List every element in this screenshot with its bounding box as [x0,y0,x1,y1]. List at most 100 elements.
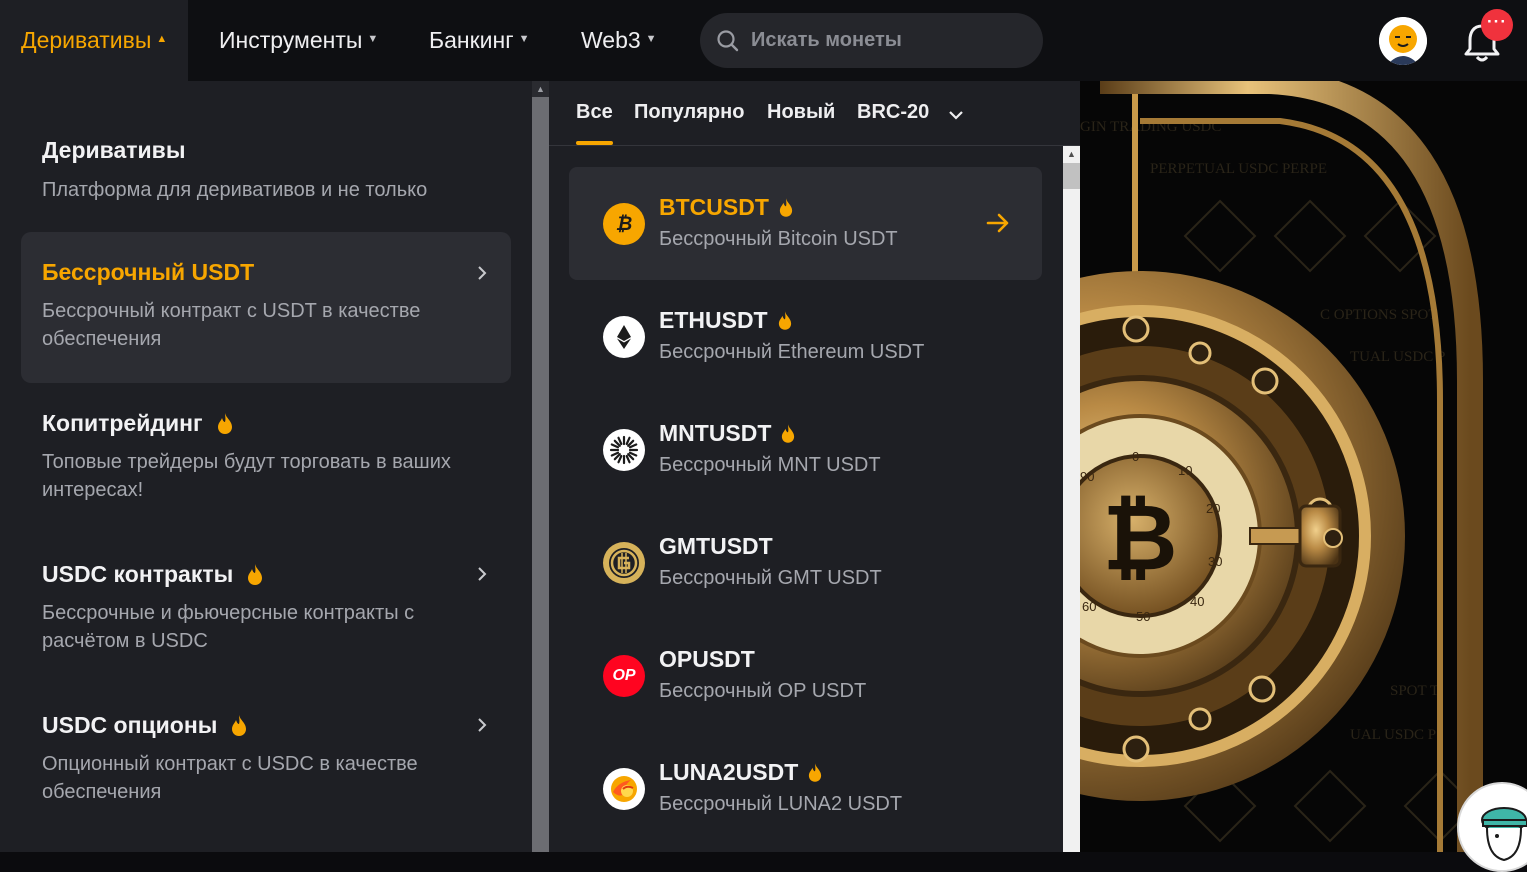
menu-item-desc: Топовые трейдеры будут торговать в ваших… [42,451,451,501]
menu-item-desc: Опционный контракт с USDC в качестве обе… [42,753,418,803]
dial-number: 20 [1206,501,1220,516]
coin-name-row: OPUSDT [659,646,755,673]
search-icon [717,29,739,51]
coin-description: Бессрочный GMT USDT [659,567,882,589]
dial-number: 30 [1208,554,1222,569]
banner-bg-text: UAL USDC P [1350,727,1436,743]
nav-web3[interactable]: Web3 ▼ [581,0,657,81]
coin-description: Бессрочный Ethereum USDT [659,341,925,363]
banner-bg-text: PERPETUAL USDC PERPE [1150,161,1327,177]
menu-item-copytrading[interactable]: Копитрейдинг Топовые трейдеры будут торг… [21,410,511,504]
bitcoin-vault-illustration: GIN TRADING USDC PERPETUAL USDC PERPE C … [1080,81,1527,852]
tab-new[interactable]: Новый [767,101,835,124]
scrollbar-thumb[interactable] [532,97,549,852]
banner-bg-text: TUAL USDC P [1350,349,1445,365]
dial-number: 40 [1190,594,1204,609]
menu-item-usdc-contracts[interactable]: USDC контракты Бессрочные и фьючерсные к… [21,561,511,655]
coin-row-mntusdt[interactable]: MNTUSDT Бессрочный MNT USDT [569,393,1042,506]
menu-item-desc: Бессрочные и фьючерсные контракты с расч… [42,602,415,652]
coin-row-gmtusdt[interactable]: GMTUSDT Бессрочный GMT USDT [569,506,1042,619]
menu-item-title: USDC опционы [42,712,218,738]
coin-symbol: OPUSDT [659,646,755,672]
coin-name-row: BTCUSDT [659,194,793,221]
dial-number: 0 [1132,449,1139,464]
coin-symbol: ETHUSDT [659,307,768,333]
promo-banner[interactable]: GIN TRADING USDC PERPETUAL USDC PERPE C … [1080,81,1527,852]
menu-item-title-row: USDC контракты [42,561,490,588]
flame-icon [809,763,822,782]
coin-description: Бессрочный OP USDT [659,680,867,702]
menu-item-title-row: USDC опционы [42,712,490,739]
caret-down-icon: ▼ [518,32,530,45]
tab-popular[interactable]: Популярно [634,101,744,124]
coin-symbol: LUNA2USDT [659,759,799,785]
derivatives-menu-panel: Деривативы Платформа для деривативов и н… [0,81,532,852]
flame-icon [248,564,263,585]
banner-bitcoin-symbol: ₿ [1103,487,1178,589]
arrow-right-icon[interactable] [986,212,1010,234]
nav-banking-label: Банкинг [429,27,514,53]
left-panel-scrollbar[interactable]: ▲ [532,81,549,852]
nav-derivatives-label: Деривативы [21,27,152,53]
coin-filter-tabs: Все Популярно Новый BRC-20 [549,81,1080,146]
scroll-up-arrow-icon[interactable]: ▲ [532,81,549,97]
nav-tools[interactable]: Инструменты ▼ [219,0,378,81]
tab-brc20[interactable]: BRC-20 [857,101,929,124]
notification-badge[interactable]: ··· [1481,9,1513,41]
coin-row-luna2usdt[interactable]: LUNA2USDT Бессрочный LUNA2 USDT [569,732,1042,845]
svg-text:₿: ₿ [616,214,633,235]
scroll-up-arrow-icon[interactable]: ▲ [1063,146,1080,162]
scrollbar-thumb[interactable] [1063,163,1080,189]
coin-row-opusdt[interactable]: OP OPUSDT Бессрочный OP USDT [569,619,1042,732]
optimism-icon-text: OP [612,667,636,684]
coin-symbol: GMTUSDT [659,533,773,559]
coin-name-row: GMTUSDT [659,533,773,560]
top-nav-bar: Деривативы ▲ Инструменты ▼ Банкинг ▼ Web3 ▼ … [0,0,1527,81]
dial-number: 60 [1082,599,1096,614]
caret-down-icon: ▼ [367,32,379,45]
coin-symbol: MNTUSDT [659,420,772,446]
ethereum-icon [603,316,645,358]
coin-search-box[interactable] [700,13,1043,68]
menu-item-title: USDC контракты [42,561,234,587]
coin-description: Бессрочный Bitcoin USDT [659,228,898,250]
coin-name-row: MNTUSDT [659,420,795,447]
nav-tools-label: Инструменты [219,27,363,53]
coin-list-panel: Все Популярно Новый BRC-20 ₿ BTCUSDT Бес… [549,81,1080,852]
flame-icon [782,424,795,443]
nav-derivatives[interactable]: Деривативы ▲ [0,0,189,81]
caret-down-icon: ▼ [645,32,657,45]
tab-all[interactable]: Все [576,101,613,145]
avatar-face-icon [1379,17,1427,65]
nav-web3-label: Web3 [581,27,641,53]
gmt-icon [603,542,645,584]
banner-bg-text: C OPTIONS SPOT [1320,307,1438,323]
user-avatar[interactable] [1379,17,1427,65]
chevron-right-icon [478,266,487,280]
coin-search-input[interactable] [751,29,1011,52]
coin-row-ethusdt[interactable]: ETHUSDT Бессрочный Ethereum USDT [569,280,1042,393]
caret-up-icon: ▲ [156,32,168,45]
optimism-icon: OP [603,655,645,697]
flame-icon [232,715,247,736]
coin-name-row: LUNA2USDT [659,759,822,786]
menu-item-usdc-options[interactable]: USDC опционы Опционный контракт с USDC в… [21,712,511,806]
menu-item-perpetual-usdt[interactable]: Бессрочный USDT Бессрочный контракт с US… [21,232,511,383]
dial-number: 50 [1136,609,1150,624]
menu-item-desc: Бессрочный контракт с USDT в качестве об… [42,300,421,350]
derivatives-title: Деривативы [42,137,186,163]
menu-item-title-row: Копитрейдинг [42,410,490,437]
derivatives-subtitle: Платформа для деривативов и не только [42,179,428,201]
dial-number: 10 [1178,463,1192,478]
coin-symbol: BTCUSDT [659,194,769,220]
mantle-icon [603,429,645,471]
nav-banking[interactable]: Банкинг ▼ [429,0,529,81]
luna-icon [603,768,645,810]
bitcoin-icon: ₿ [603,203,645,245]
chevron-down-icon[interactable] [948,109,964,121]
flame-icon [217,413,232,434]
coin-list-scrollbar[interactable]: ▲ [1063,146,1080,852]
dial-number: 90 [1080,469,1094,484]
flame-icon [779,198,793,217]
coin-row-btcusdt[interactable]: ₿ BTCUSDT Бессрочный Bitcoin USDT [569,167,1042,280]
